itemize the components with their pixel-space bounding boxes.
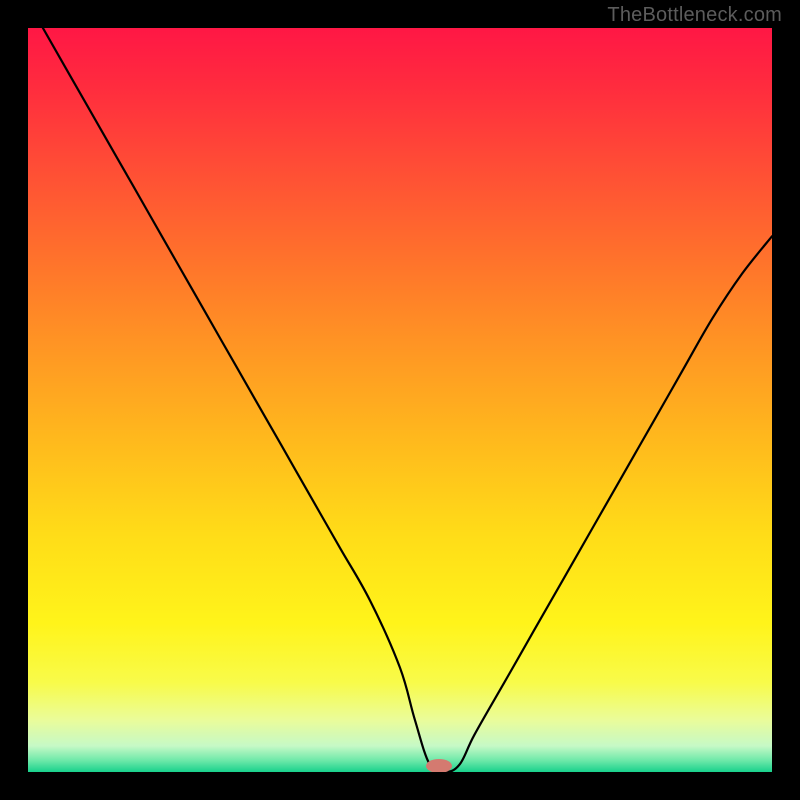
plot-svg — [28, 28, 772, 772]
watermark-text: TheBottleneck.com — [607, 4, 782, 27]
plot-area — [28, 28, 772, 772]
gradient-background — [28, 28, 772, 772]
chart-frame: TheBottleneck.com — [0, 0, 800, 800]
